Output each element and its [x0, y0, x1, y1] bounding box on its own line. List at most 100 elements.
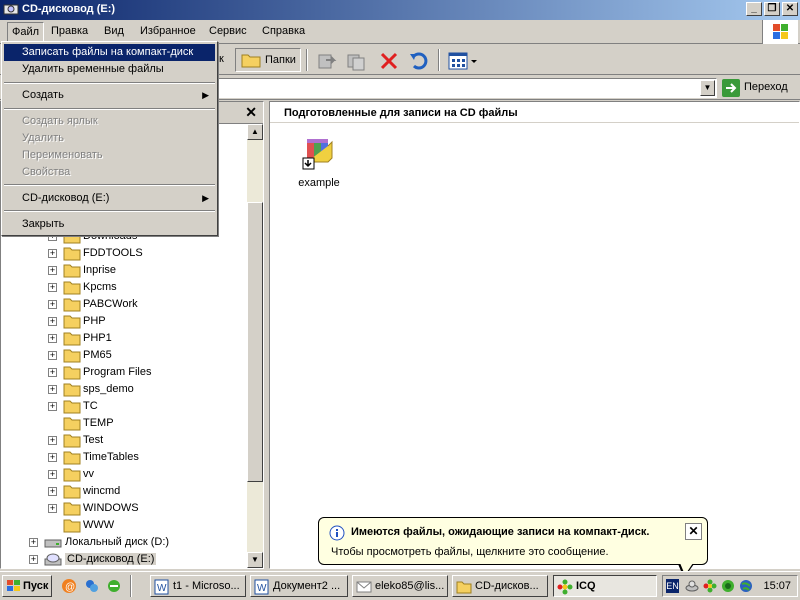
- expand-icon[interactable]: +: [48, 300, 57, 309]
- tree-item-label: wincmd: [83, 485, 121, 497]
- balloon-close-button[interactable]: ✕: [685, 523, 702, 540]
- messenger-icon[interactable]: [84, 578, 100, 594]
- expand-icon[interactable]: +: [48, 334, 57, 343]
- toolbar-separator: [438, 49, 440, 71]
- expand-icon[interactable]: +: [48, 487, 57, 496]
- cd-burn-icon[interactable]: [685, 579, 699, 593]
- folder-icon: [63, 416, 81, 434]
- folder-icon: [456, 581, 472, 594]
- menu-item-create-shortcut: Создать ярлык: [4, 113, 215, 130]
- cd-drive-icon: [3, 4, 19, 15]
- copy-to-icon[interactable]: [345, 50, 367, 72]
- balloon-message: Чтобы просмотреть файлы, щелкните это со…: [331, 546, 609, 558]
- vertical-scrollbar[interactable]: ▲ ▼: [247, 124, 263, 568]
- folder-icon: [63, 314, 81, 332]
- tree-item-label: WINDOWS: [83, 502, 139, 514]
- expand-icon[interactable]: +: [29, 555, 38, 564]
- expand-icon[interactable]: +: [48, 317, 57, 326]
- address-dropdown-button[interactable]: ▼: [700, 80, 715, 96]
- folder-icon: [63, 297, 81, 315]
- globe-icon[interactable]: [739, 579, 753, 593]
- menu-item-delete: Удалить: [4, 130, 215, 147]
- start-label: Пуск: [23, 580, 49, 592]
- tree-item-label: CD-дисковод (E:): [65, 553, 157, 565]
- menu-file[interactable]: Файл: [7, 22, 45, 42]
- expand-icon[interactable]: +: [48, 249, 57, 258]
- folder-icon: [63, 484, 81, 502]
- notification-balloon[interactable]: Имеются файлы, ожидающие записи на компа…: [318, 517, 708, 565]
- word-document-icon: W: [154, 579, 169, 595]
- folder-icon: [63, 399, 81, 417]
- expand-icon[interactable]: +: [48, 504, 57, 513]
- expand-icon[interactable]: +: [48, 436, 57, 445]
- menu-item-burn-to-cd[interactable]: Записать файлы на компакт-диск: [4, 44, 215, 61]
- menu-item-cd-drive[interactable]: CD-дисковод (E:) ▶: [4, 190, 215, 207]
- connection-icon[interactable]: [106, 578, 122, 594]
- task-button-word1[interactable]: W t1 - Microso...: [150, 575, 246, 597]
- network-icon[interactable]: [721, 579, 735, 593]
- views-icon[interactable]: [447, 50, 479, 72]
- undo-icon[interactable]: [408, 50, 430, 72]
- menu-item-properties: Свойства: [4, 164, 215, 181]
- folders-button[interactable]: Папки: [235, 48, 301, 72]
- email-icon[interactable]: @: [61, 578, 77, 594]
- task-button-icq[interactable]: ICQ: [553, 575, 657, 597]
- menu-item-label: Переименовать: [22, 149, 103, 161]
- menu-tools[interactable]: Сервис: [209, 25, 247, 37]
- expand-icon[interactable]: +: [48, 470, 57, 479]
- expand-icon[interactable]: +: [48, 266, 57, 275]
- task-button-mail[interactable]: eleko85@lis...: [352, 575, 448, 597]
- maximize-button[interactable]: ❐: [764, 2, 780, 16]
- language-indicator[interactable]: EN: [666, 579, 679, 593]
- svg-text:W: W: [257, 583, 267, 594]
- windows-logo-icon: [7, 580, 20, 591]
- menu-edit[interactable]: Правка: [51, 25, 88, 37]
- menu-item-delete-temp-files[interactable]: Удалить временные файлы: [4, 61, 215, 78]
- menu-item-rename: Переименовать: [4, 147, 215, 164]
- clock: 15:07: [763, 580, 791, 592]
- address-input[interactable]: ▼: [217, 78, 717, 98]
- start-button[interactable]: Пуск: [2, 575, 52, 597]
- tree-item-label: TEMP: [83, 417, 114, 429]
- close-icon[interactable]: ✕: [245, 104, 257, 121]
- icq-flower-icon[interactable]: [703, 579, 717, 593]
- delete-icon[interactable]: [378, 50, 400, 72]
- scroll-down-button[interactable]: ▼: [247, 552, 263, 568]
- move-to-icon[interactable]: [316, 50, 338, 72]
- menu-favorites[interactable]: Избранное: [140, 25, 196, 37]
- mail-icon: [356, 581, 372, 593]
- close-button[interactable]: ✕: [782, 2, 798, 16]
- window-title: CD-дисковод (E:): [22, 3, 116, 15]
- folder-icon: [63, 263, 81, 281]
- folder-icon: [63, 501, 81, 519]
- expand-icon[interactable]: +: [48, 385, 57, 394]
- menu-item-label: Записать файлы на компакт-диск: [22, 46, 194, 58]
- minimize-button[interactable]: _: [746, 2, 762, 16]
- task-button-word2[interactable]: W Документ2 ...: [250, 575, 348, 597]
- taskbar: Пуск @ W t1 - Microso... W Документ2 ...…: [0, 571, 800, 600]
- submenu-arrow-icon: ▶: [202, 193, 209, 203]
- expand-icon[interactable]: +: [48, 283, 57, 292]
- scroll-up-button[interactable]: ▲: [247, 124, 263, 140]
- cd-drive-icon: [44, 552, 62, 570]
- tree-item-label: FDDTOOLS: [83, 247, 143, 259]
- scroll-thumb[interactable]: [247, 202, 263, 482]
- menu-view[interactable]: Вид: [104, 25, 124, 37]
- menu-item-label: Удалить: [22, 132, 64, 144]
- menu-item-close[interactable]: Закрыть: [4, 216, 215, 233]
- word-document-icon: W: [254, 579, 269, 595]
- task-button-explorer[interactable]: CD-дисков...: [452, 575, 548, 597]
- go-button-label: Переход: [744, 81, 788, 93]
- expand-icon[interactable]: +: [48, 402, 57, 411]
- expand-icon[interactable]: +: [48, 351, 57, 360]
- file-item[interactable]: example: [294, 136, 344, 189]
- menu-help[interactable]: Справка: [262, 25, 305, 37]
- menu-item-label: Создать: [22, 89, 64, 101]
- go-arrow-icon: [722, 79, 740, 97]
- menu-item-new[interactable]: Создать ▶: [4, 87, 215, 104]
- content-pane: Подготовленные для записи на CD файлы ex…: [269, 101, 800, 569]
- expand-icon[interactable]: +: [48, 453, 57, 462]
- expand-icon[interactable]: +: [48, 368, 57, 377]
- expand-icon[interactable]: +: [29, 538, 38, 547]
- task-label: ICQ: [576, 580, 596, 592]
